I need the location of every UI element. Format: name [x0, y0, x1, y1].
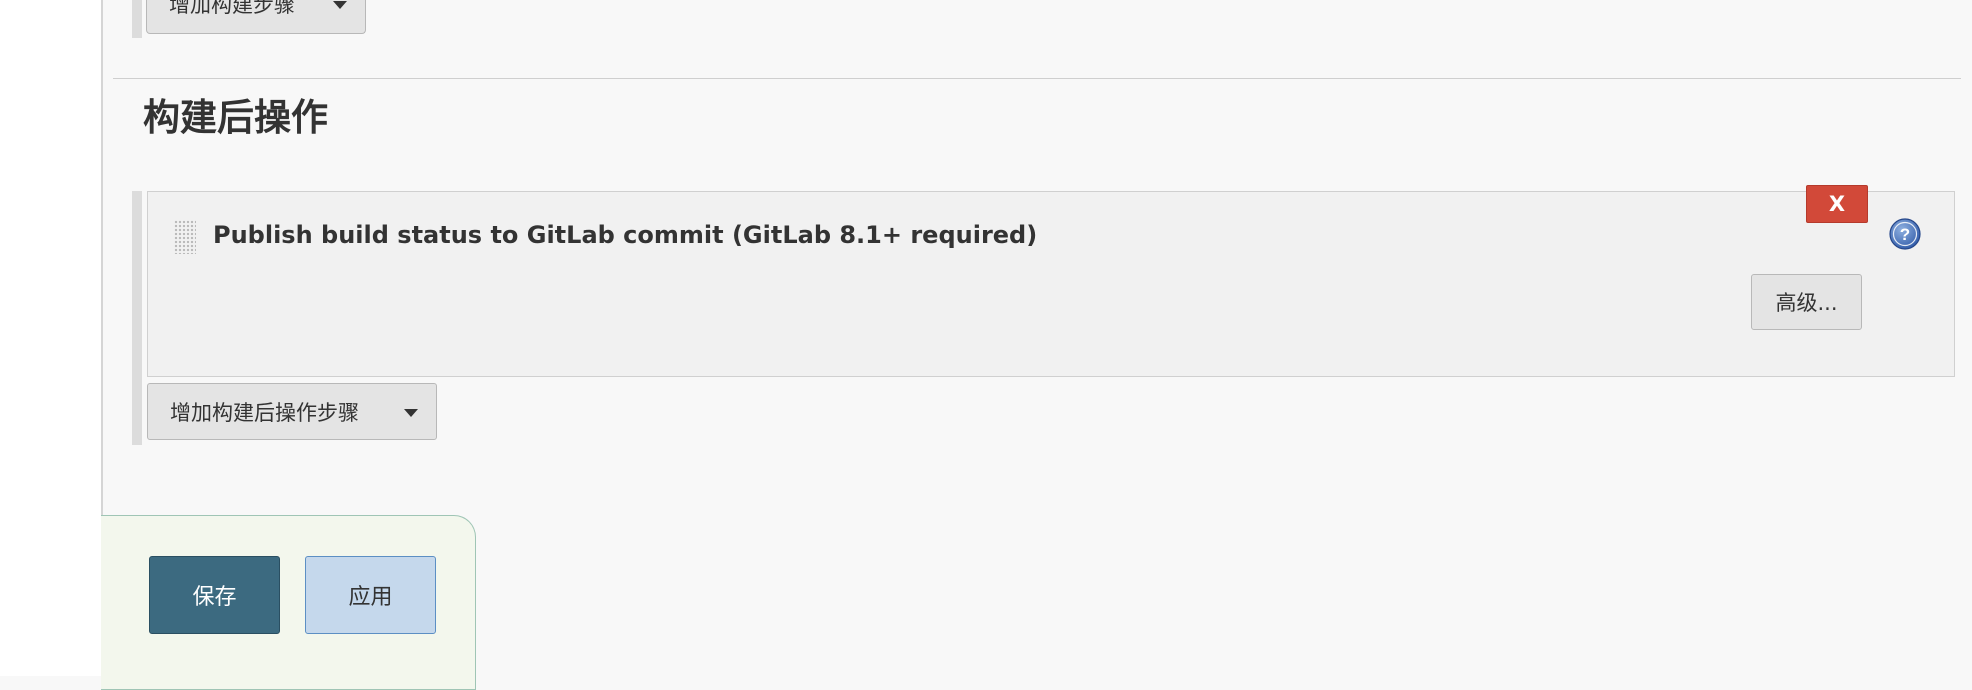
drag-handle-icon[interactable]	[174, 220, 196, 254]
post-build-section-bar	[132, 191, 142, 445]
caret-down-icon	[404, 408, 418, 417]
caret-down-icon	[333, 0, 347, 9]
add-post-build-step-label: 增加构建后操作步骤	[170, 400, 359, 425]
help-icon[interactable]: ?	[1889, 218, 1921, 250]
add-build-step-button[interactable]: 增加构建步骤	[146, 0, 366, 34]
section-divider	[113, 78, 1961, 79]
help-icon-glyph: ?	[1900, 225, 1910, 244]
post-build-step-panel: Publish build status to GitLab commit (G…	[147, 185, 1955, 377]
build-section-bar	[132, 0, 142, 38]
delete-step-button[interactable]: X	[1806, 185, 1868, 223]
apply-button[interactable]: 应用	[305, 556, 436, 634]
advanced-button[interactable]: 高级...	[1751, 274, 1862, 330]
post-build-section-title: 构建后操作	[143, 96, 328, 139]
left-sidebar-edge	[0, 0, 103, 676]
step-title: Publish build status to GitLab commit (G…	[213, 221, 1038, 249]
add-post-build-step-button[interactable]: 增加构建后操作步骤	[147, 383, 437, 440]
save-button[interactable]: 保存	[149, 556, 280, 634]
add-build-step-label: 增加构建步骤	[169, 0, 295, 17]
